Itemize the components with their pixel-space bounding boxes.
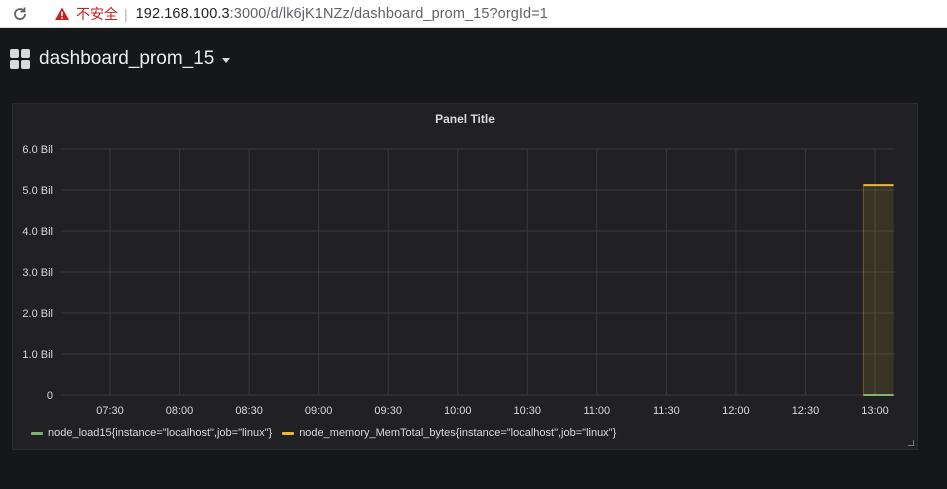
legend-label[interactable]: node_memory_MemTotal_bytes{instance="loc… [299, 427, 616, 439]
x-tick-label: 08:30 [235, 405, 263, 417]
dashboard-header: dashboard_prom_15 [0, 29, 947, 89]
legend-item[interactable]: node_load15{instance="localhost",job="li… [31, 427, 272, 439]
security-label[interactable]: 不安全 [76, 4, 118, 24]
legend-swatch[interactable] [282, 431, 295, 435]
x-tick-label: 13:00 [861, 405, 889, 417]
y-tick-label: 3.0 Bil [22, 267, 53, 279]
x-tick-label: 12:00 [722, 405, 750, 417]
x-tick-label: 10:00 [444, 405, 472, 417]
y-tick-label: 5.0 Bil [22, 185, 53, 197]
y-tick-label: 4.0 Bil [22, 226, 53, 238]
x-tick-label: 12:30 [792, 405, 820, 417]
reload-icon[interactable] [12, 6, 28, 22]
x-tick-label: 08:00 [166, 405, 194, 417]
dashboard-title[interactable]: dashboard_prom_15 [39, 48, 214, 70]
legend-swatch[interactable] [31, 431, 43, 435]
y-tick-label: 2.0 Bil [22, 308, 53, 320]
panel-resize-handle[interactable] [908, 440, 914, 446]
y-tick-label: 6.0 Bil [22, 144, 53, 156]
browser-address-bar: 不安全 | 192.168.100.3:3000/d/lk6jK1NZz/das… [0, 0, 947, 28]
x-tick-label: 09:30 [374, 405, 402, 417]
x-tick-label: 07:30 [96, 405, 124, 417]
url-path: :3000/d/lk6jK1NZz/dashboard_prom_15?orgI… [229, 5, 548, 22]
url-input[interactable]: 192.168.100.3:3000/d/lk6jK1NZz/dashboard… [136, 6, 548, 22]
y-tick-label: 0 [47, 390, 53, 402]
x-tick-label: 10:30 [514, 405, 542, 417]
warning-icon[interactable] [54, 6, 70, 22]
x-tick-label: 11:00 [583, 405, 610, 417]
x-tick-label: 11:30 [653, 405, 680, 417]
graph-chart: 0 1.0 Bil 2.0 Bil 3.0 Bil 4.0 Bil 5.0 Bil 6.0 … [22, 144, 895, 417]
x-tick-label: 09:00 [305, 405, 333, 417]
caret-down-icon[interactable] [222, 58, 231, 63]
legend-label[interactable]: node_load15{instance="localhost",job="li… [48, 427, 272, 439]
series-area [863, 185, 894, 395]
url-separator: | [124, 5, 128, 22]
legend-item[interactable]: node_memory_MemTotal_bytes{instance="loc… [282, 427, 616, 439]
chart-legend: node_load15{instance="localhost",job="li… [31, 427, 626, 439]
y-tick-label: 1.0 Bil [22, 349, 53, 361]
url-host: 192.168.100.3 [135, 5, 230, 22]
dashboard-grid-icon [10, 49, 30, 69]
graph-panel: Panel Title 0 1.0 Bil 2.0 Bil 3.0 Bil 4.0 Bi… [12, 103, 918, 450]
